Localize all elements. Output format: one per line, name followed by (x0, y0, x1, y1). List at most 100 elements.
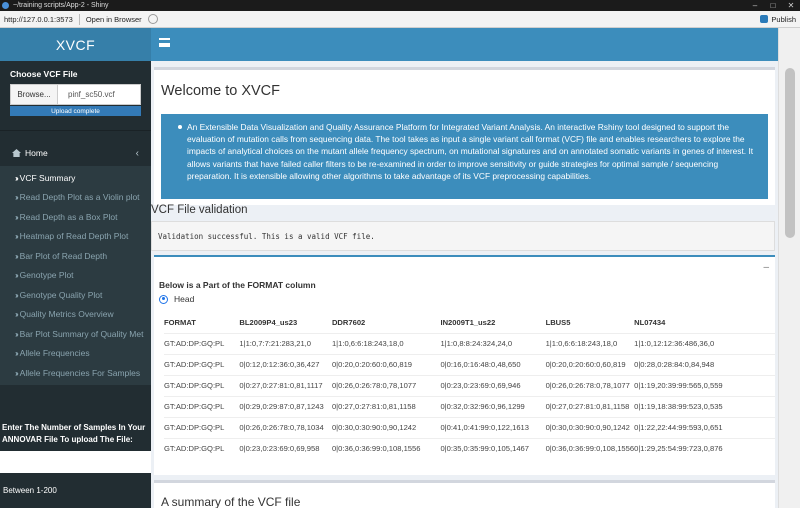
double-chevron-icon: ›› (15, 289, 18, 300)
page-title: Welcome to XVCF (161, 83, 280, 99)
double-chevron-icon: ›› (15, 309, 18, 320)
table-cell: GT:AD:DP:GQ:PL (164, 374, 240, 396)
sidebar-item-allele-frequencies-samples[interactable]: ›› Allele Frequencies For Samples (0, 363, 151, 383)
table-cell: 0|0:36,0:36:99:0,108,1556 (331, 437, 441, 459)
radio-head-option[interactable]: Head (159, 294, 194, 304)
format-column-box: – Below is a Part of the FORMAT column H… (154, 255, 775, 475)
sample-count-label-line1: Enter The Number of Samples In Your (2, 423, 146, 432)
sidebar-item-heatmap[interactable]: ›› Heatmap of Read Depth Plot (0, 227, 151, 247)
double-chevron-icon: ›› (15, 367, 18, 378)
toolbar-divider (78, 13, 80, 25)
table-cell: 0|0:27,0:27:81:0,81,1158 (545, 395, 635, 417)
app-logo: XVCF (0, 28, 151, 61)
table-row: GT:AD:DP:GQ:PL 0|0:23,0:23:69:0,69,958 0… (164, 437, 775, 459)
table-cell: 1|1:0,12:12:36:486,36,0 (634, 332, 775, 354)
summary-title: A summary of the VCF file (161, 495, 301, 508)
description-panel: An Extensible Data Visualization and Qua… (161, 114, 768, 199)
viewer-url: http://127.0.0.1:3573 (4, 14, 73, 24)
sidebar-item-genotype-plot[interactable]: ›› Genotype Plot (0, 266, 151, 286)
radio-selected-icon[interactable] (159, 294, 168, 304)
publish-icon (760, 15, 769, 23)
table-cell: 0|0:27,0:27:81:0,81,1158 (331, 395, 441, 417)
table-header-row: FORMAT BL2009P4_us23 DDR7602 IN2009T1_us… (164, 313, 775, 333)
sidebar-item-quality-bar-summary[interactable]: ›› Bar Plot Summary of Quality Met (0, 324, 151, 344)
column-header: BL2009P4_us23 (239, 318, 298, 328)
sidebar-item-allele-frequencies[interactable]: ›› Allele Frequencies (0, 344, 151, 364)
file-upload: Choose VCF File Browse... pinf_sc50.vcf … (0, 61, 151, 116)
hamburger-menu-icon[interactable] (159, 38, 170, 47)
summary-box: A summary of the VCF file (154, 480, 775, 508)
double-chevron-icon: ›› (15, 250, 18, 261)
table-cell: 0|0:32,0:32:96:0,96,1299 (440, 395, 546, 417)
main-scrollbar[interactable] (778, 28, 800, 508)
sample-count-section: Enter The Number of Samples In Your ANNO… (0, 422, 151, 495)
table-cell: 0|0:26,0:26:78:0,78,1077 (331, 374, 441, 396)
table-cell: 0|1:22,22:44:99:593,0,651 (634, 416, 775, 438)
column-header: DDR7602 (331, 318, 366, 328)
column-header: FORMAT (164, 318, 196, 328)
table-cell: GT:AD:DP:GQ:PL (164, 353, 240, 375)
table-cell: 0|0:41,0:41:99:0,122,1613 (440, 416, 546, 438)
table-cell: 0|0:35,0:35:99:0,105,1467 (440, 437, 546, 459)
sidebar-item-vcf-summary[interactable]: ›› VCF Summary (0, 168, 151, 188)
format-table: FORMAT BL2009P4_us23 DDR7602 IN2009T1_us… (164, 313, 775, 459)
table-cell: 0|0:20,0:20:60:0,60,819 (331, 353, 441, 375)
close-icon[interactable]: ✕ (782, 1, 800, 10)
table-cell: 0|0:26,0:26:78:0,78,1077 (545, 374, 635, 396)
bullet-icon (178, 125, 182, 129)
window-title: ~/training scripts/App-2 - Shiny (13, 2, 109, 9)
sidebar-item-home[interactable]: Home ‹ (0, 140, 151, 166)
home-submenu: ›› VCF Summary ›› Read Depth Plot as a Vio… (0, 166, 151, 385)
double-chevron-icon: ›› (15, 172, 18, 183)
double-chevron-icon: ›› (15, 348, 18, 359)
publish-button[interactable]: Publish (760, 15, 796, 24)
table-cell: 0|0:12,0:12:36:0,36,427 (239, 353, 332, 375)
table-cell: 1|1:0,7:7:21:283,21,0 (239, 332, 332, 354)
file-name-field[interactable]: pinf_sc50.vcf (58, 84, 141, 105)
sample-count-hint: Between 1-200 (3, 486, 57, 495)
minimize-icon[interactable]: – (746, 1, 764, 10)
radio-head-label: Head (174, 294, 195, 304)
column-header: NL07434 (634, 318, 666, 328)
table-cell: 0|0:26,0:26:78:0,78,1034 (239, 416, 332, 438)
window-titlebar: ~/training scripts/App-2 - Shiny – □ ✕ (0, 0, 800, 11)
sidebar-item-box-plot[interactable]: ›› Read Depth as a Box Plot (0, 207, 151, 227)
table-cell: 0|1:19,18:38:99:523,0,535 (634, 395, 775, 417)
home-icon (12, 149, 21, 157)
double-chevron-icon: ›› (15, 328, 18, 339)
table-cell: 0|0:23,0:23:69:0,69,946 (440, 374, 546, 396)
sidebar-item-genotype-quality[interactable]: ›› Genotype Quality Plot (0, 285, 151, 305)
double-chevron-icon: ›› (15, 192, 18, 203)
table-cell: 0|0:30,0:30:90:0,90,1242 (545, 416, 635, 438)
validation-title: VCF File validation (151, 204, 248, 216)
sidebar-item-bar-plot[interactable]: ›› Bar Plot of Read Depth (0, 246, 151, 266)
table-cell: GT:AD:DP:GQ:PL (164, 416, 240, 438)
table-row: GT:AD:DP:GQ:PL 0|0:29,0:29:87:0,87,1243 … (164, 395, 775, 417)
browse-button[interactable]: Browse... (10, 84, 58, 105)
table-cell: GT:AD:DP:GQ:PL (164, 332, 240, 354)
sidebar-item-quality-metrics[interactable]: ›› Quality Metrics Overview (0, 305, 151, 325)
table-cell: 1|1:0,6:6:18:243,18,0 (545, 332, 635, 354)
sample-count-input[interactable] (0, 451, 151, 473)
collapse-icon[interactable]: – (763, 262, 769, 273)
main-header (151, 28, 778, 61)
table-cell: 1|1:0,8:8:24:324,24,0 (440, 332, 546, 354)
column-header: IN2009T1_us22 (440, 318, 496, 328)
double-chevron-icon: ›› (15, 231, 18, 242)
table-row: GT:AD:DP:GQ:PL 0|0:12,0:12:36:0,36,427 0… (164, 353, 775, 375)
sidebar-item-violin-plot[interactable]: ›› Read Depth Plot as a Violin plot (0, 188, 151, 208)
column-header: LBUS5 (545, 318, 571, 328)
sidebar-divider (0, 130, 151, 131)
scrollbar-thumb[interactable] (785, 68, 795, 238)
table-cell: 0|1:19,20:39:99:565,0,559 (634, 374, 775, 396)
open-browser-button[interactable]: Open in Browser (86, 15, 142, 24)
double-chevron-icon: ›› (15, 211, 18, 222)
table-cell: 1|1:0,6:6:18:243,18,0 (331, 332, 441, 354)
table-row: GT:AD:DP:GQ:PL 1|1:0,7:7:21:283,21,0 1|1… (164, 332, 775, 354)
maximize-icon[interactable]: □ (764, 1, 782, 10)
refresh-icon[interactable] (147, 14, 158, 24)
viewer-toolbar: http://127.0.0.1:3573 Open in Browser Pu… (0, 11, 800, 28)
publish-label: Publish (771, 14, 796, 24)
double-chevron-icon: ›› (15, 270, 18, 281)
main-content: Welcome to XVCF An Extensible Data Visua… (151, 61, 778, 508)
